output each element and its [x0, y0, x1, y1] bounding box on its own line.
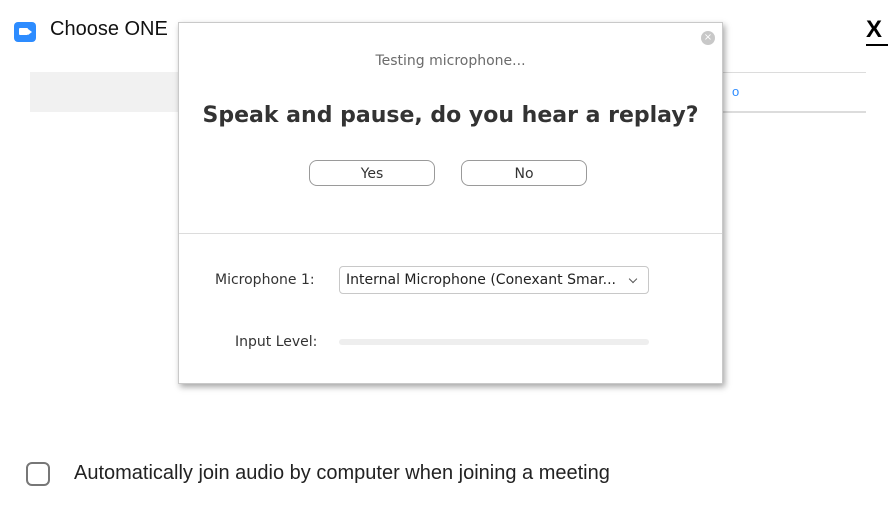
chevron-down-icon	[628, 274, 638, 284]
background-field	[30, 72, 180, 112]
background-divider-bottom	[720, 111, 866, 113]
window-close-button[interactable]: X	[866, 16, 882, 44]
zoom-app-icon	[14, 22, 36, 42]
window-close-underline	[866, 44, 888, 46]
window-title: Choose ONE	[50, 18, 168, 40]
auto-join-checkbox[interactable]	[26, 462, 50, 486]
input-level-label: Input Level:	[235, 334, 318, 350]
background-link[interactable]: o	[732, 84, 739, 99]
yes-button[interactable]: Yes	[309, 160, 435, 186]
microphone-select[interactable]: Internal Microphone (Conexant Smar...	[339, 266, 649, 294]
input-level-meter	[339, 339, 649, 345]
no-button[interactable]: No	[461, 160, 587, 186]
dialog-close-button[interactable]: ×	[701, 31, 715, 45]
replay-question: Speak and pause, do you hear a replay?	[202, 103, 699, 128]
microphone-label: Microphone 1:	[215, 272, 315, 288]
testing-status-text: Testing microphone...	[375, 53, 526, 69]
auto-join-label[interactable]: Automatically join audio by computer whe…	[74, 462, 610, 485]
dialog-divider	[179, 233, 722, 234]
microphone-select-value: Internal Microphone (Conexant Smar...	[346, 272, 616, 288]
background-divider-top	[720, 72, 866, 73]
test-microphone-dialog: × Testing microphone... Speak and pause,…	[178, 22, 723, 384]
